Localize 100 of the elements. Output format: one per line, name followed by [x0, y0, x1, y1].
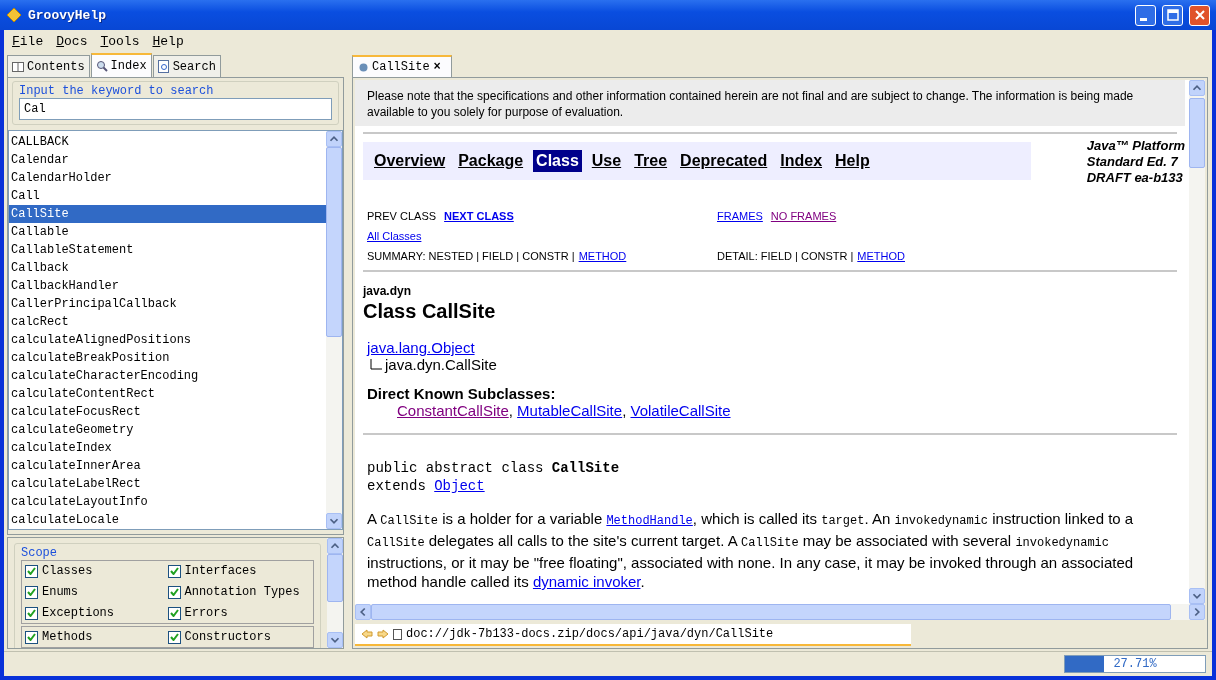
prev-class-text: PREV CLASS — [367, 210, 437, 222]
list-item[interactable]: calculateLabelRect — [9, 475, 326, 493]
list-item[interactable]: calculateLocale — [9, 511, 326, 529]
list-item[interactable]: CALLBACK — [9, 133, 326, 151]
forward-arrow-icon[interactable] — [377, 629, 389, 639]
scroll-down-button[interactable] — [326, 513, 342, 529]
all-classes-link[interactable]: All Classes — [367, 230, 422, 242]
scroll-up-button[interactable] — [1189, 80, 1205, 96]
close-icon — [1193, 9, 1206, 21]
vertical-scrollbar[interactable] — [326, 131, 342, 529]
list-item[interactable]: calculateFocusRect — [9, 403, 326, 421]
nav-link[interactable]: Overview — [371, 150, 449, 172]
menu-item[interactable]: File — [12, 33, 44, 49]
scroll-down-button[interactable] — [327, 632, 343, 648]
scrollbar-thumb[interactable] — [326, 147, 342, 337]
parent-class-link[interactable]: java.lang.Object — [367, 339, 475, 356]
list-item[interactable]: calculateBreakPosition — [9, 349, 326, 367]
scrollbar-thumb[interactable] — [327, 554, 343, 602]
book-icon — [12, 61, 24, 72]
check-icon — [27, 609, 36, 617]
list-item[interactable]: calculateLayoutInfo — [9, 493, 326, 511]
checkbox-label: Annotation Types — [184, 585, 300, 599]
list-item[interactable]: calcRect — [9, 313, 326, 331]
subclass-link[interactable]: MutableCallSite — [517, 402, 623, 419]
list-item[interactable]: Calendar — [9, 151, 326, 169]
minimize-button[interactable] — [1135, 4, 1156, 26]
object-link[interactable]: Object — [434, 478, 485, 494]
check-icon — [169, 633, 179, 641]
list-item[interactable]: CallerPrincipalCallback — [9, 295, 326, 313]
list-item[interactable]: calculateGeometry — [9, 421, 326, 439]
scroll-right-button[interactable] — [1189, 604, 1205, 620]
search-field[interactable]: Cal — [19, 98, 332, 120]
list-item[interactable]: CallbackHandler — [9, 277, 326, 295]
list-item[interactable]: calculateInnerArea — [9, 457, 326, 475]
menu-item[interactable]: Docs — [56, 33, 88, 49]
notice-text: Please note that the specifications and other information contained herein are not final and are subject to change. The information is being made available to you solely for purpose of evaluation. — [355, 80, 1185, 126]
back-arrow-icon[interactable] — [361, 629, 373, 639]
check-icon — [27, 567, 36, 575]
nav-link[interactable]: Deprecated — [677, 150, 771, 172]
maximize-button[interactable] — [1162, 4, 1183, 26]
close-button[interactable] — [1189, 4, 1210, 26]
checkbox[interactable] — [25, 564, 38, 578]
list-item[interactable]: CallableStatement — [9, 241, 326, 259]
checkbox-label: Errors — [184, 606, 228, 620]
checkbox[interactable] — [25, 585, 38, 599]
list-item[interactable]: calculateContentRect — [9, 385, 326, 403]
scroll-down-button[interactable] — [1189, 588, 1205, 604]
tree-connector-icon — [369, 358, 383, 371]
checkbox[interactable] — [167, 606, 181, 620]
nav-link[interactable]: Tree — [631, 150, 671, 172]
checkbox-label: Interfaces — [184, 564, 257, 578]
class-name: java.dyn.CallSite — [385, 356, 497, 373]
list-item[interactable]: Callback — [9, 259, 326, 277]
menu-item[interactable]: Tools — [100, 33, 140, 49]
method-link[interactable]: METHOD — [857, 250, 905, 262]
checkbox[interactable] — [167, 585, 181, 599]
list-item[interactable]: Call — [9, 187, 326, 205]
vertical-scrollbar[interactable] — [327, 538, 343, 648]
list-item[interactable]: calculateIndex — [9, 439, 326, 457]
subclass-link[interactable]: VolatileCallSite — [630, 402, 731, 419]
scrollbar-thumb[interactable] — [1189, 98, 1205, 168]
list-item[interactable]: calculateAlignedPositions — [9, 331, 326, 349]
class-declaration: public abstract class CallSite — [367, 460, 620, 476]
nav-link[interactable]: Class — [533, 150, 582, 172]
scroll-up-button[interactable] — [327, 538, 343, 554]
package-name: java.dyn — [363, 284, 413, 298]
list-item[interactable]: Callable — [9, 223, 326, 241]
menu-item[interactable]: Help — [152, 33, 184, 49]
checkbox[interactable] — [25, 630, 38, 644]
tab[interactable]: Search — [152, 55, 221, 77]
nav-link[interactable]: Index — [777, 150, 826, 172]
nav-link[interactable]: Help — [832, 150, 873, 172]
subclass-link[interactable]: ConstantCallSite — [397, 402, 509, 419]
subclasses-heading: Direct Known Subclasses: — [367, 385, 557, 402]
nav-link[interactable]: Package — [455, 150, 527, 172]
list-item[interactable]: calculateCharacterEncoding — [9, 367, 326, 385]
list-item[interactable]: CalendarHolder — [9, 169, 326, 187]
close-tab-button[interactable]: × — [433, 60, 441, 74]
method-link[interactable]: METHOD — [578, 250, 627, 262]
method-handle-link[interactable]: MethodHandle — [606, 510, 693, 527]
group-label: Input the keyword to search — [19, 84, 215, 98]
frames-link[interactable]: FRAMES — [717, 210, 763, 222]
document-tab[interactable]: CallSite × — [352, 55, 452, 77]
scroll-left-button[interactable] — [355, 604, 371, 620]
list-item[interactable]: CallSite — [9, 205, 326, 223]
checkbox[interactable] — [167, 630, 181, 644]
frames-link[interactable]: NO FRAMES — [770, 210, 837, 222]
scroll-up-button[interactable] — [326, 131, 342, 147]
checkbox-label: Constructors — [184, 630, 271, 644]
checkbox[interactable] — [25, 606, 38, 620]
vertical-scrollbar[interactable] — [1189, 80, 1205, 604]
file-icon — [393, 628, 402, 640]
dynamic-invoker-link[interactable]: dynamic invoker — [532, 573, 641, 590]
tab[interactable]: Contents — [7, 55, 90, 77]
tab[interactable]: Index — [90, 53, 152, 77]
tab-label: CallSite — [372, 60, 430, 74]
checkbox[interactable] — [167, 564, 181, 578]
next-class-link[interactable]: NEXT CLASS — [444, 210, 514, 222]
nav-link[interactable]: Use — [588, 150, 625, 172]
check-icon — [169, 609, 179, 617]
